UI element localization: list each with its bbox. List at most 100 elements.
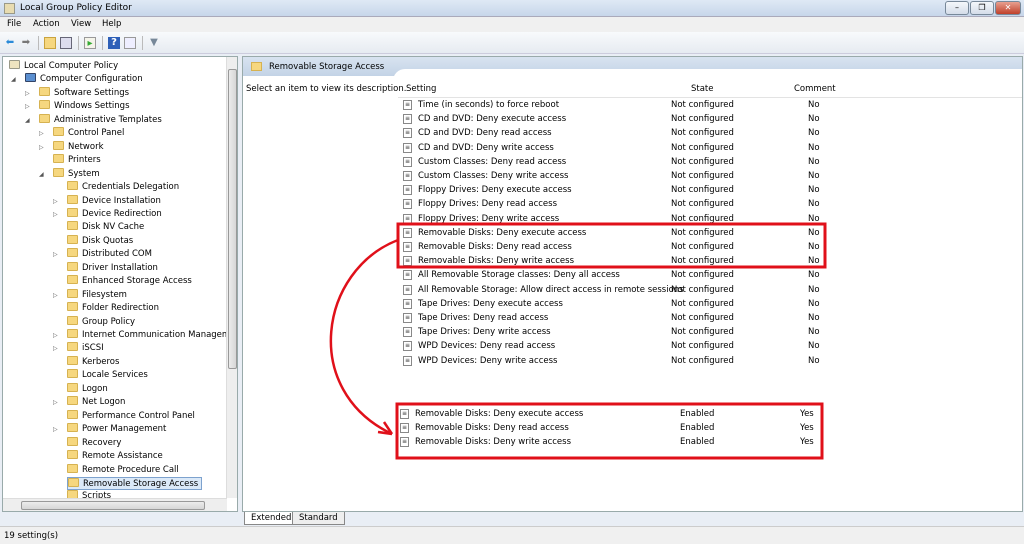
menu-action[interactable]: Action [33,19,60,29]
setting-row[interactable]: ≡ Tape Drives: Deny read access Not config… [403,311,1018,325]
tree-item[interactable]: ▷ Control Panel [39,127,124,140]
setting-row[interactable]: ≡ Floppy Drives: Deny read access Not conf… [403,197,1018,211]
setting-row[interactable]: ≡ Tape Drives: Deny write access Not confi… [403,325,1018,339]
menu-help[interactable]: Help [102,19,121,29]
setting-row[interactable]: ≡ Time (in seconds) to force reboot Not co… [403,98,1018,112]
tree-item[interactable]: ▷ Windows Settings [25,100,130,113]
expand-arrow-icon[interactable]: ▷ [25,100,33,113]
scroll-thumb[interactable] [228,69,237,369]
expand-arrow-icon[interactable]: ▷ [53,329,61,342]
tree-item[interactable]: ◢ System [39,167,100,181]
properties-icon[interactable] [124,37,136,49]
tree-item[interactable]: ▷ Network [39,140,104,154]
setting-row[interactable]: ≡ Removable Disks: Deny write access Not c… [403,254,1018,268]
back-icon[interactable]: ⬅ [4,37,16,49]
setting-comment: No [808,100,820,110]
setting-state: Not configured [671,213,734,224]
setting-row[interactable]: ≡ CD and DVD: Deny write access Not config… [403,141,1018,155]
tab-standard[interactable]: Standard [292,512,345,525]
tree-item[interactable]: Logon [67,382,108,396]
expand-arrow-icon[interactable]: ▷ [39,141,47,154]
column-state[interactable]: State [691,84,714,94]
expand-arrow-icon[interactable]: ▷ [53,208,61,221]
setting-row[interactable]: ≡ CD and DVD: Deny execute access Not conf… [403,112,1018,126]
setting-row[interactable]: ≡ Removable Disks: Deny execute access Ena… [400,407,1015,421]
up-folder-icon[interactable] [44,37,56,49]
menu-file[interactable]: File [7,19,21,29]
setting-row[interactable]: ≡ Removable Disks: Deny execute access Not… [403,226,1018,240]
collapse-arrow-icon[interactable]: ◢ [11,73,19,86]
column-comment[interactable]: Comment [794,84,836,94]
setting-row[interactable]: ≡ Custom Classes: Deny write access Not co… [403,169,1018,183]
tree-item[interactable]: ▷ iSCSI [53,342,104,355]
expand-arrow-icon[interactable]: ▷ [53,248,61,261]
tree-horizontal-scrollbar[interactable] [3,498,227,511]
tree-item[interactable]: Recovery [67,436,121,450]
expand-arrow-icon[interactable]: ▷ [53,195,61,208]
tree-item[interactable]: ▷ Device Redirection [53,207,162,221]
tree-item[interactable]: ▷ Power Management [53,423,166,436]
expand-arrow-icon[interactable]: ▷ [25,87,33,100]
policy-setting-icon: ≡ [400,409,409,419]
tree-item[interactable]: ◢ Administrative Templates [25,113,162,127]
expand-arrow-icon[interactable]: ▷ [53,342,61,355]
tree-item[interactable]: Removable Storage Access [67,476,203,490]
tree-item[interactable]: Remote Procedure Call [67,463,179,477]
expand-arrow-icon[interactable]: ▷ [53,289,61,302]
tree-item[interactable]: Folder Redirection [67,302,159,315]
menu-view[interactable]: View [71,19,91,29]
column-setting[interactable]: Setting [406,84,436,94]
collapse-arrow-icon[interactable]: ◢ [39,168,47,181]
tree-item[interactable]: ◢ Computer Configuration [11,73,143,86]
scroll-thumb[interactable] [21,501,205,510]
tree-item[interactable]: Locale Services [67,369,148,382]
tree-item[interactable]: Driver Installation [67,261,158,275]
tree-item[interactable]: ▷ Device Installation [53,194,161,208]
tree-item[interactable]: Enhanced Storage Access [67,275,192,288]
expand-arrow-icon[interactable]: ▷ [53,396,61,409]
setting-row[interactable]: ≡ Tape Drives: Deny execute access Not con… [403,297,1018,311]
tree-item[interactable]: Performance Control Panel [67,409,195,423]
tree-item[interactable]: Disk Quotas [67,234,133,248]
setting-state: Not configured [671,298,734,309]
tree-item[interactable]: Group Policy [67,315,135,329]
tree-item[interactable]: Scripts [67,490,111,498]
expand-arrow-icon[interactable]: ▷ [39,127,47,140]
help-icon[interactable]: ? [108,37,120,49]
forward-icon[interactable]: ➡ [20,37,32,49]
close-button[interactable]: ✕ [995,1,1021,15]
expand-arrow-icon[interactable]: ▷ [53,423,61,436]
tree-item[interactable]: Disk NV Cache [67,221,144,234]
export-list-icon[interactable]: ▸ [84,37,96,49]
tree-item[interactable]: Local Computer Policy [9,60,118,73]
setting-row[interactable]: ≡ Removable Disks: Deny read access Enable… [400,421,1015,435]
setting-row[interactable]: ≡ Removable Disks: Deny write access Enabl… [400,435,1015,449]
setting-row[interactable]: ≡ Removable Disks: Deny read access Not co… [403,240,1018,254]
maximize-button[interactable]: ❐ [970,1,994,15]
tree-item[interactable]: Kerberos [67,355,119,369]
folder-icon [67,261,78,271]
setting-row[interactable]: ≡ WPD Devices: Deny write access Not confi… [403,354,1018,368]
tree-item[interactable]: ▷ Software Settings [25,86,129,100]
tree-item[interactable]: Remote Assistance [67,450,163,463]
minimize-button[interactable]: – [945,1,969,15]
tree-item[interactable]: ▷ Distributed COM [53,248,152,261]
tree-item[interactable]: ▷ Net Logon [53,396,125,409]
setting-row[interactable]: ≡ All Removable Storage: Allow direct acc… [403,283,1018,297]
setting-row[interactable]: ≡ CD and DVD: Deny read access Not configu… [403,126,1018,140]
tree-item[interactable]: Printers [53,154,101,167]
setting-row[interactable]: ≡ Floppy Drives: Deny execute access Not c… [403,183,1018,197]
setting-row[interactable]: ≡ All Removable Storage classes: Deny all… [403,268,1018,282]
setting-row[interactable]: ≡ WPD Devices: Deny read access Not config… [403,339,1018,353]
tree-vertical-scrollbar[interactable] [226,57,237,498]
collapse-arrow-icon[interactable]: ◢ [25,114,33,127]
show-hide-tree-icon[interactable] [60,37,72,49]
setting-row[interactable]: ≡ Floppy Drives: Deny write access Not con… [403,212,1018,226]
setting-row[interactable]: ≡ Custom Classes: Deny read access Not con… [403,155,1018,169]
filter-icon[interactable]: ▼ [148,37,160,49]
setting-state: Not configured [671,242,734,252]
tab-extended[interactable]: Extended [244,512,299,525]
tree-item[interactable]: ▷ Filesystem [53,288,127,302]
tree-item[interactable]: ▷ Internet Communication Manageme [53,329,227,342]
tree-item[interactable]: Credentials Delegation [67,181,179,194]
